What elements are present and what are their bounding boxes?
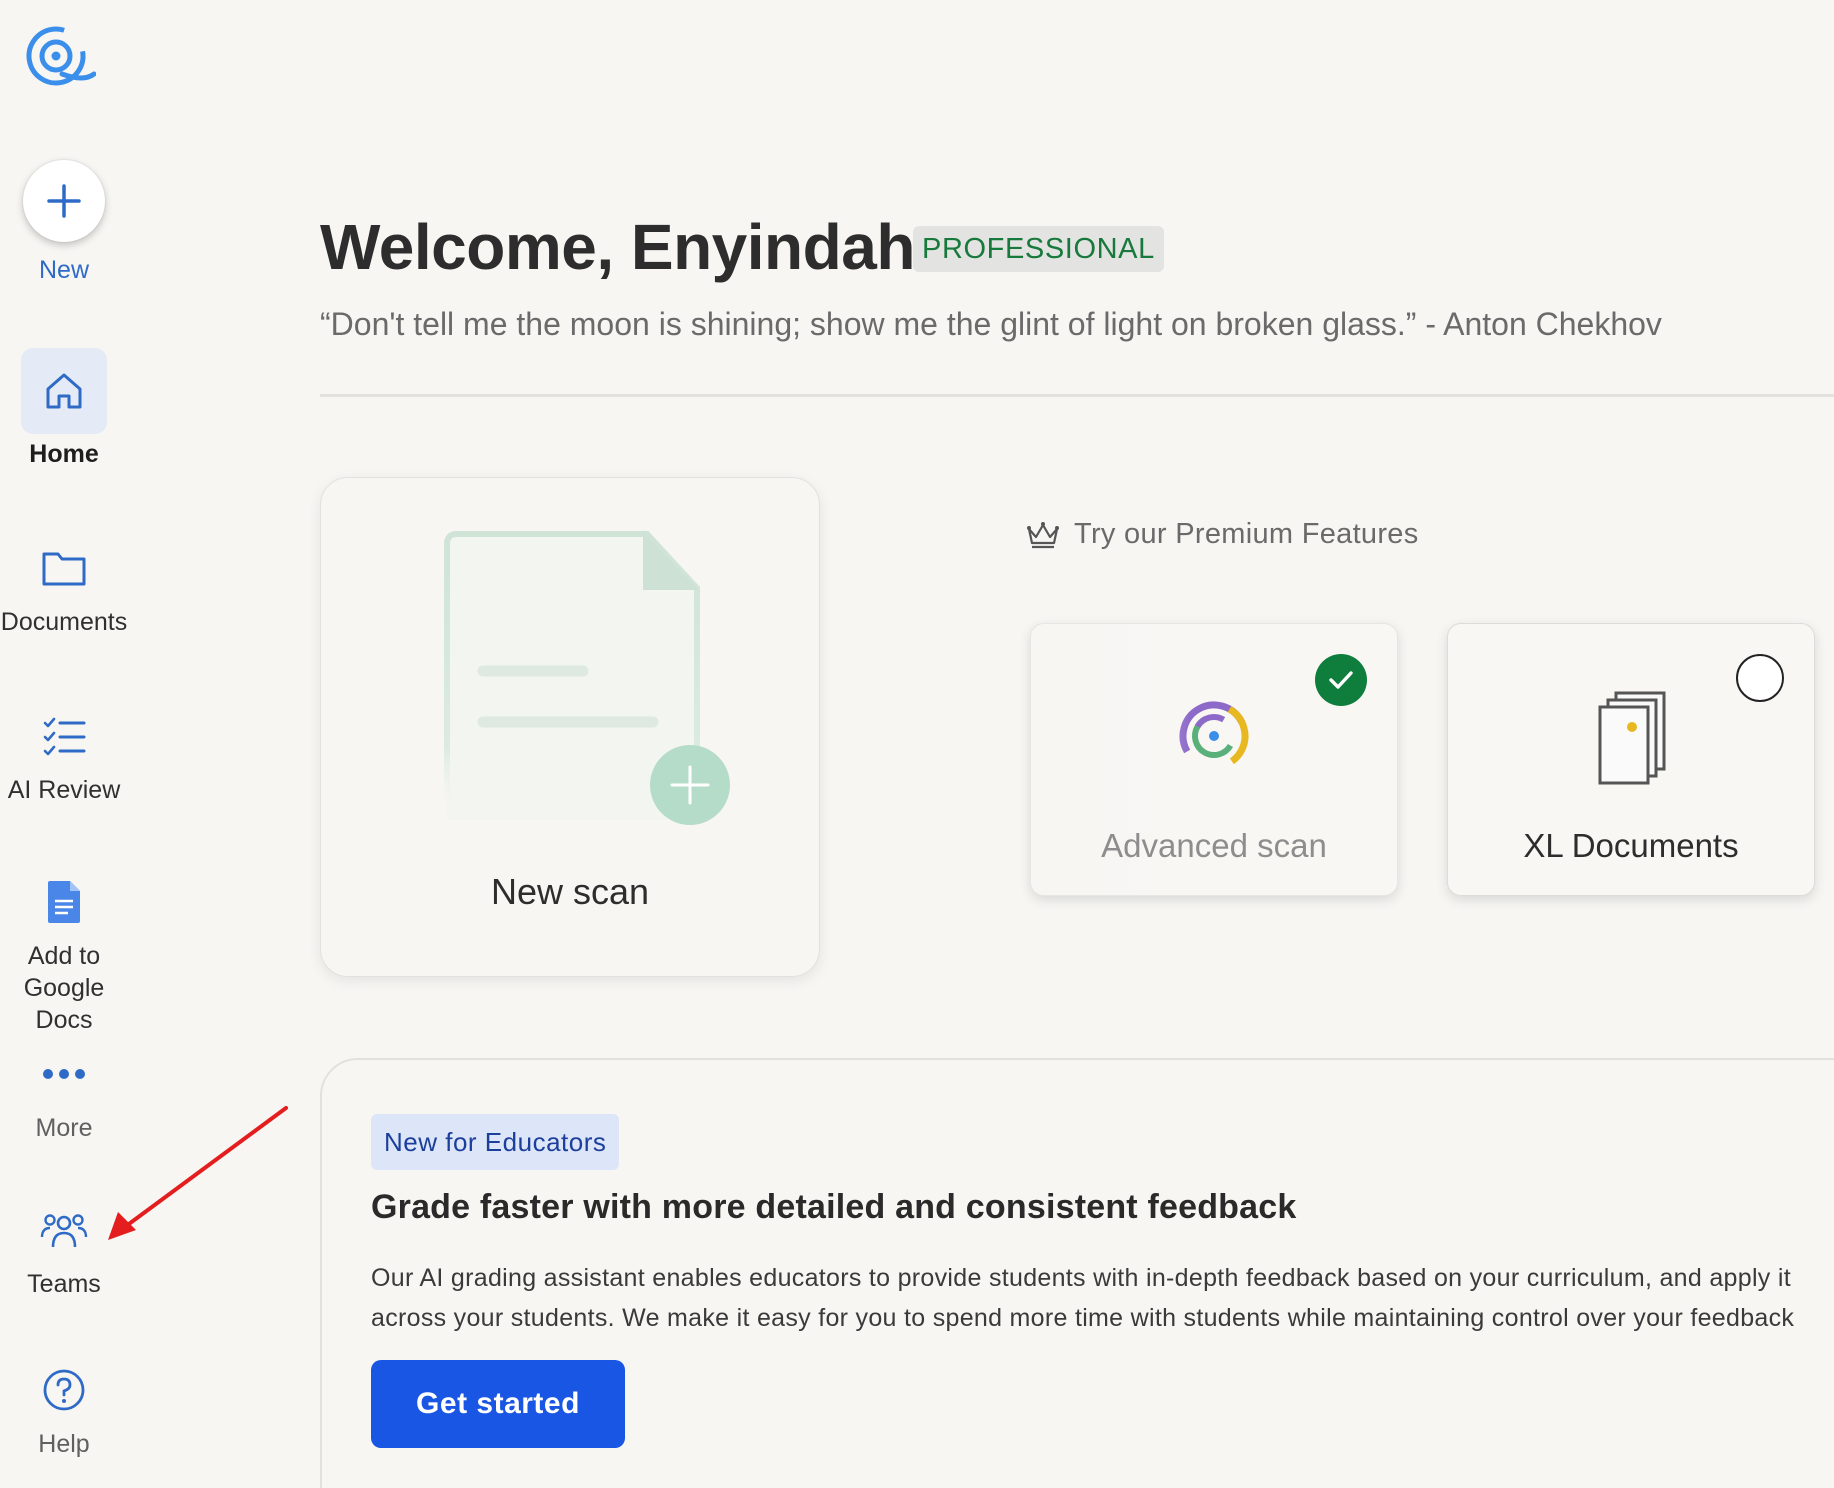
stacked-documents-icon (1598, 691, 1666, 785)
sidebar-item-label: New (38, 256, 89, 284)
new-scan-label: New scan (490, 871, 650, 912)
advanced-scan-icon (1179, 701, 1249, 771)
sidebar-item-label: More (35, 1114, 93, 1142)
feature-label: Advanced scan (1101, 827, 1327, 864)
new-badge: New for Educators (371, 1114, 620, 1170)
selected-check[interactable] (1315, 654, 1367, 706)
feature-label: XL Documents (1523, 827, 1739, 864)
app-logo-icon[interactable] (22, 16, 96, 90)
plan-badge: PROFESSIONAL (913, 226, 1164, 272)
sidebar-item-more[interactable]: More (0, 1044, 128, 1144)
google-docs-icon (48, 881, 80, 923)
educators-title: Grade faster with more detailed and cons… (371, 1188, 1297, 1226)
sidebar-item-label: Teams (27, 1270, 101, 1298)
sidebar-item-new[interactable]: New (0, 160, 128, 286)
sidebar-item-home[interactable]: Home (0, 348, 128, 470)
folder-icon (42, 552, 86, 586)
page-title: Welcome, Enyindah (320, 211, 915, 283)
welcome-quote: “Don't tell me the moon is shining; show… (320, 306, 1662, 342)
sidebar-item-label: Google (23, 974, 105, 1002)
sidebar-item-label: AI Review (7, 776, 121, 804)
new-scan-card[interactable]: New scan (320, 477, 820, 977)
xl-documents-card[interactable]: XL Documents (1447, 623, 1815, 896)
app-page: New Home Documents AI Review Add to Goog… (0, 0, 1834, 1488)
sidebar-item-label: Help (38, 1430, 90, 1458)
sidebar-item-label: Add to (27, 942, 101, 970)
header-divider (320, 394, 1834, 397)
more-dots-icon (43, 1069, 85, 1079)
sidebar-item-help[interactable]: Help (0, 1360, 128, 1460)
sidebar-item-label: Docs (35, 1006, 93, 1034)
sidebar-item-documents[interactable]: Documents (0, 538, 128, 638)
unselected-radio[interactable] (1736, 654, 1784, 702)
teams-icon (40, 1214, 88, 1248)
premium-header: Try our Premium Features (1026, 518, 1419, 551)
description-line: Our AI grading assistant enables educato… (371, 1264, 1791, 1292)
sidebar-item-label: Home (29, 440, 99, 468)
sidebar-item-teams[interactable]: Teams (0, 1200, 128, 1300)
advanced-scan-card[interactable]: Advanced scan (1030, 623, 1398, 896)
checkmark-icon (1329, 671, 1353, 689)
document-plus-icon (444, 531, 730, 825)
home-icon (46, 373, 82, 409)
sidebar-item-google-docs[interactable]: Add to Google Docs (0, 872, 128, 1036)
help-icon (43, 1369, 85, 1411)
description-line: across your students. We make it easy fo… (371, 1304, 1795, 1332)
sidebar-item-ai-review[interactable]: AI Review (0, 706, 128, 806)
new-button[interactable] (23, 160, 105, 242)
crown-icon (1027, 521, 1059, 548)
plus-icon (47, 184, 81, 218)
sidebar: New Home Documents AI Review Add to Goog… (0, 0, 128, 1488)
educators-description: Our AI grading assistant enables educato… (371, 1258, 1834, 1338)
educators-card: New for Educators Grade faster with more… (320, 1058, 1834, 1488)
premium-heading: Try our Premium Features (1074, 518, 1419, 550)
sidebar-item-label: Documents (0, 608, 128, 636)
get-started-button[interactable]: Get started (371, 1360, 625, 1448)
checklist-icon (43, 717, 86, 756)
